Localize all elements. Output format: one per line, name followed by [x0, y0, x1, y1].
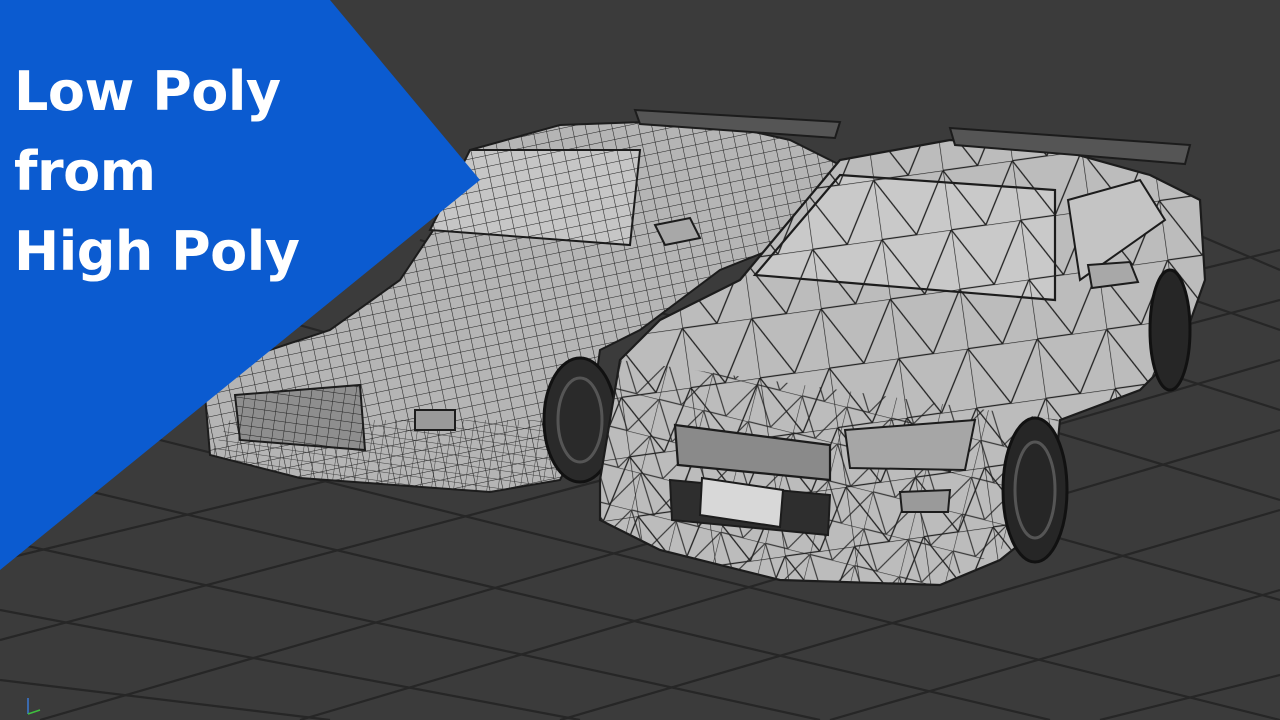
title-line-1: Low Poly: [14, 60, 281, 123]
title-text: Low Poly from High Poly: [14, 52, 300, 292]
title-line-3: High Poly: [14, 220, 300, 283]
title-line-2: from: [14, 140, 156, 203]
